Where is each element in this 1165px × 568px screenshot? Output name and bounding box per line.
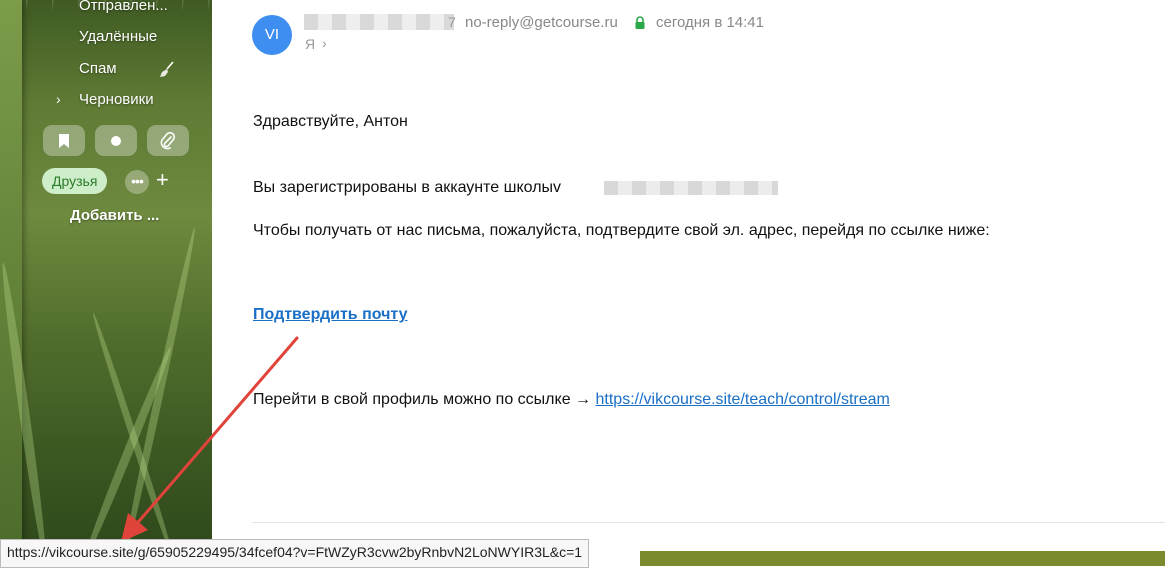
annotation-arrow [121,336,299,542]
status-bar-url: https://vikcourse.site/g/65905229495/34f… [0,539,590,568]
